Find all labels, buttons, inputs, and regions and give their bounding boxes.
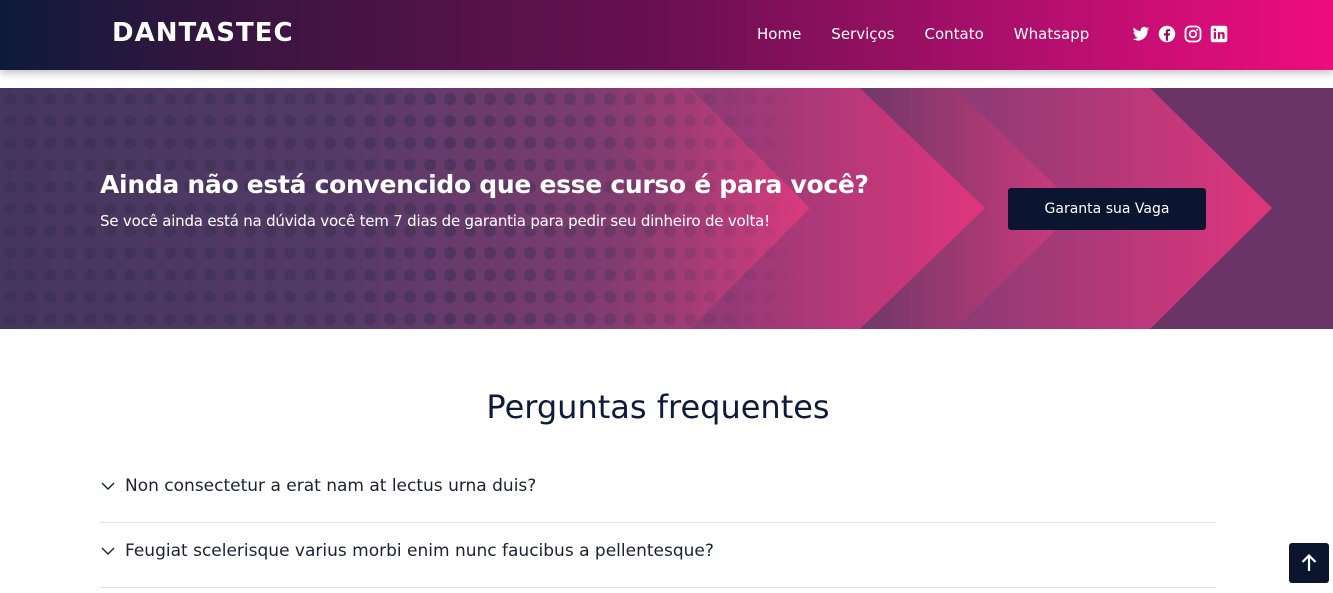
linkedin-icon[interactable]: [1210, 25, 1228, 43]
nav-contato[interactable]: Contato: [925, 24, 984, 46]
faq-title: Perguntas frequentes: [486, 388, 830, 426]
social-links: [1132, 25, 1236, 43]
banner-title: Ainda não está convencido que esse curso…: [100, 170, 869, 199]
arrow-up-icon: [1301, 553, 1317, 571]
nav-servicos[interactable]: Serviços: [831, 24, 894, 46]
faq-item[interactable]: Non consectetur a erat nam at lectus urn…: [100, 458, 1216, 523]
nav-home[interactable]: Home: [757, 24, 801, 46]
site-header: DANTASTEC Home Serviços Contato Whatsapp: [0, 0, 1333, 70]
faq-question: Non consectetur a erat nam at lectus urn…: [125, 476, 537, 496]
chevron-down-icon: [101, 482, 115, 490]
back-to-top-button[interactable]: [1289, 543, 1329, 583]
main-nav: Home Serviços Contato Whatsapp: [757, 24, 1089, 46]
banner-subtitle: Se você ainda está na dúvida você tem 7 …: [100, 212, 770, 230]
twitter-icon[interactable]: [1132, 25, 1150, 43]
chevron-down-icon: [101, 547, 115, 555]
nav-whatsapp[interactable]: Whatsapp: [1014, 24, 1089, 46]
instagram-icon[interactable]: [1184, 25, 1202, 43]
facebook-icon[interactable]: [1158, 25, 1176, 43]
guarantee-cta-button[interactable]: Garanta sua Vaga: [1008, 188, 1206, 230]
guarantee-banner: Ainda não está convencido que esse curso…: [0, 88, 1333, 329]
brand-logo[interactable]: DANTASTEC: [112, 18, 294, 48]
faq-item[interactable]: Feugiat scelerisque varius morbi enim nu…: [100, 523, 1216, 588]
faq-question: Feugiat scelerisque varius morbi enim nu…: [125, 541, 714, 561]
